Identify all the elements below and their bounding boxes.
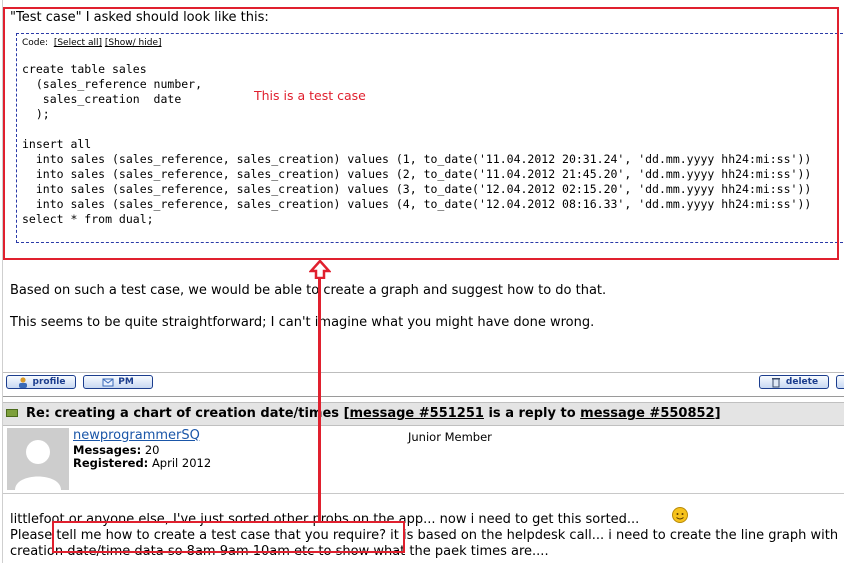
delete-button-label: delete bbox=[785, 377, 819, 387]
username-link[interactable]: newprogrammerSQ bbox=[73, 428, 200, 443]
reply-paragraph-2: This seems to be quite straightforward; … bbox=[10, 315, 595, 330]
registered-value: April 2012 bbox=[151, 456, 212, 470]
user-rank: Junior Member bbox=[408, 430, 492, 444]
messages-count: Messages: 20 bbox=[73, 443, 159, 457]
annotation-box-question bbox=[52, 521, 405, 553]
pm-button-label: PM bbox=[118, 377, 134, 387]
delete-button[interactable]: delete bbox=[759, 375, 829, 389]
smiley-icon bbox=[672, 507, 688, 523]
profile-button-label: profile bbox=[32, 377, 66, 387]
annotation-arrow-head-icon bbox=[309, 259, 331, 279]
profile-button[interactable]: profile bbox=[6, 375, 76, 389]
registered-label: Registered: bbox=[73, 456, 149, 470]
message-header-text: Re: creating a chart of creation date/ti… bbox=[26, 406, 721, 421]
trash-icon bbox=[770, 376, 782, 388]
message-separator bbox=[3, 396, 844, 397]
next-button-partial[interactable] bbox=[836, 375, 844, 389]
annotation-arrow-line bbox=[318, 275, 321, 521]
annotation-box-test-case bbox=[3, 7, 839, 260]
bracket-close: ] bbox=[714, 406, 721, 421]
reply-text: is a reply to bbox=[483, 406, 581, 421]
reply-to-link[interactable]: message #550852 bbox=[580, 406, 714, 421]
post-divider bbox=[3, 372, 844, 373]
default-avatar-icon bbox=[15, 440, 61, 490]
post-body-divider bbox=[3, 493, 844, 494]
message-title: Re: creating a chart of creation date/ti… bbox=[26, 406, 340, 421]
envelope-icon bbox=[102, 376, 114, 388]
collapse-icon[interactable] bbox=[6, 409, 18, 417]
messages-label: Messages: bbox=[73, 443, 142, 457]
avatar bbox=[7, 428, 69, 490]
annotation-text: This is a test case bbox=[254, 88, 366, 103]
pm-button[interactable]: PM bbox=[83, 375, 153, 389]
registered-date: Registered: April 2012 bbox=[73, 456, 211, 470]
user-icon bbox=[17, 376, 29, 388]
messages-value: 20 bbox=[144, 443, 160, 457]
message-link[interactable]: message #551251 bbox=[350, 406, 484, 421]
reply-paragraph-1: Based on such a test case, we would be a… bbox=[10, 283, 607, 298]
